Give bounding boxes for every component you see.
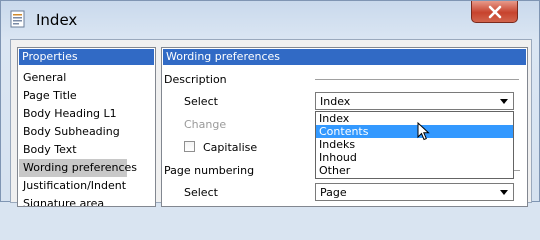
description-dropdown-list: Index Contents Indeks Inhoud Other bbox=[315, 111, 514, 179]
dropdown-option-other[interactable]: Other bbox=[316, 164, 513, 177]
change-label: Change bbox=[184, 118, 227, 131]
page-numbering-select[interactable]: Page bbox=[315, 183, 514, 201]
description-select-label: Select bbox=[184, 95, 218, 108]
window-title: Index bbox=[36, 11, 78, 29]
properties-item-general[interactable]: General bbox=[19, 69, 154, 87]
properties-item-body-text[interactable]: Body Text bbox=[19, 141, 154, 159]
title-bar[interactable]: Index bbox=[1, 1, 539, 37]
dropdown-arrow-icon[interactable] bbox=[500, 190, 508, 195]
dropdown-option-contents[interactable]: Contents bbox=[316, 125, 513, 138]
description-group-label: Description bbox=[164, 73, 227, 86]
app-document-icon bbox=[10, 10, 26, 28]
page-select-label: Select bbox=[184, 186, 218, 199]
page-numbering-divider bbox=[514, 170, 520, 171]
capitalise-label: Capitalise bbox=[203, 141, 258, 154]
dropdown-option-index[interactable]: Index bbox=[316, 112, 513, 125]
dialog-client-area: Properties General Page Title Body Headi… bbox=[10, 39, 532, 207]
index-dialog: Index Properties General Page Title Body… bbox=[0, 0, 540, 207]
properties-panel: Properties General Page Title Body Headi… bbox=[17, 47, 156, 207]
properties-list: General Page Title Body Heading L1 Body … bbox=[19, 69, 154, 206]
description-select[interactable]: Index bbox=[315, 92, 514, 110]
properties-item-body-heading-l1[interactable]: Body Heading L1 bbox=[19, 105, 154, 123]
wording-preferences-header: Wording preferences bbox=[163, 49, 526, 65]
dropdown-option-indeks[interactable]: Indeks bbox=[316, 138, 513, 151]
properties-item-justification-indent[interactable]: Justification/Indent bbox=[19, 177, 154, 195]
description-divider bbox=[315, 79, 519, 80]
properties-item-page-title[interactable]: Page Title bbox=[19, 87, 154, 105]
description-select-value: Index bbox=[320, 95, 351, 108]
wording-preferences-panel: Wording preferences Description Select I… bbox=[161, 47, 528, 207]
mouse-pointer-icon bbox=[417, 121, 431, 145]
properties-item-wording-preferences[interactable]: Wording preferences bbox=[19, 159, 137, 177]
properties-item-signature-area[interactable]: Signature area bbox=[19, 195, 154, 206]
dropdown-option-inhoud[interactable]: Inhoud bbox=[316, 151, 513, 164]
properties-header: Properties bbox=[19, 49, 154, 65]
dropdown-arrow-icon[interactable] bbox=[500, 99, 508, 104]
close-icon bbox=[488, 5, 502, 19]
capitalise-checkbox[interactable] bbox=[184, 141, 195, 152]
page-numbering-group-label: Page numbering bbox=[164, 164, 255, 177]
close-button[interactable] bbox=[471, 1, 518, 23]
page-numbering-select-value: Page bbox=[320, 186, 347, 199]
properties-item-body-subheading[interactable]: Body Subheading bbox=[19, 123, 154, 141]
